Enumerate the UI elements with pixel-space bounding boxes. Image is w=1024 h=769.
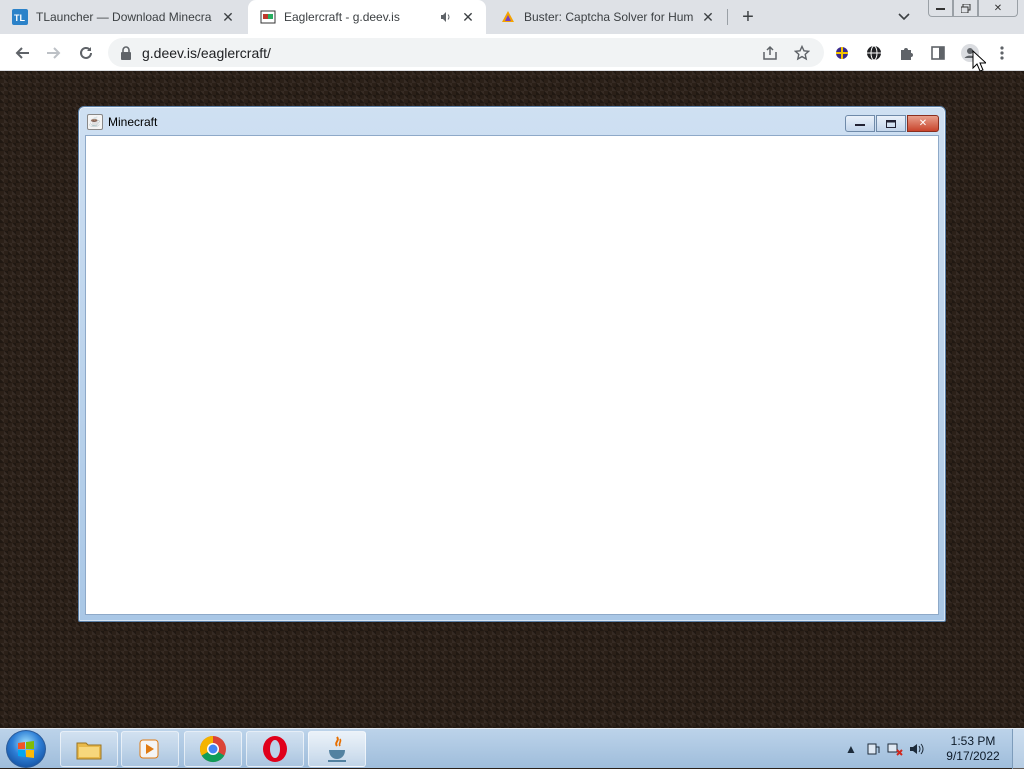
show-hidden-icons-icon[interactable]: ▲: [840, 739, 862, 759]
new-tab-button[interactable]: +: [736, 5, 760, 29]
java-app-icon: ☕: [87, 114, 103, 130]
clock-date: 9/17/2022: [946, 749, 1000, 763]
opera-icon: [263, 736, 287, 762]
media-player-icon: [139, 739, 159, 759]
minecraft-window[interactable]: ☕ Minecraft ✕: [78, 106, 946, 622]
network-icon[interactable]: [884, 739, 906, 759]
back-icon[interactable]: [9, 40, 35, 66]
tab-tlauncher[interactable]: TL TLauncher — Download Minecra ✕: [0, 0, 246, 34]
window-controls: ✕: [928, 0, 1018, 17]
close-tab-icon[interactable]: ✕: [700, 9, 716, 25]
clock-time: 1:53 PM: [950, 734, 996, 748]
svg-text:TL: TL: [14, 13, 25, 23]
window-controls: ✕: [844, 115, 939, 132]
puzzle-extensions-icon[interactable]: [893, 40, 919, 66]
java-icon: [328, 736, 346, 762]
address-bar[interactable]: g.deev.is/eaglercraft/: [108, 38, 824, 67]
start-button[interactable]: [6, 730, 46, 768]
close-tab-icon[interactable]: ✕: [220, 9, 236, 25]
vpn-globe-icon[interactable]: [861, 40, 887, 66]
lock-icon[interactable]: [120, 45, 134, 60]
window-titlebar[interactable]: ☕ Minecraft ✕: [79, 107, 945, 137]
extension-icon[interactable]: [829, 40, 855, 66]
browser-toolbar: g.deev.is/eaglercraft/: [0, 34, 1024, 71]
eaglercraft-icon: [260, 9, 276, 25]
tab-divider: [727, 9, 728, 25]
share-icon[interactable]: [757, 40, 783, 66]
mouse-cursor-icon: [972, 50, 986, 72]
restore-icon[interactable]: [953, 0, 978, 17]
close-button[interactable]: ✕: [907, 115, 939, 132]
tab-title: Eaglercraft - g.deev.is: [284, 10, 400, 24]
tlauncher-icon: TL: [12, 9, 28, 25]
taskbar-opera[interactable]: [246, 731, 304, 767]
forward-icon[interactable]: [41, 40, 67, 66]
taskbar-chrome[interactable]: [184, 731, 242, 767]
system-tray: ▲: [840, 729, 928, 769]
maximize-button[interactable]: [876, 115, 906, 132]
file-explorer-icon: [76, 742, 102, 760]
taskbar-media-player[interactable]: [121, 731, 179, 767]
chrome-icon: [199, 735, 226, 763]
volume-icon[interactable]: [906, 739, 928, 759]
tab-buster[interactable]: Buster: Captcha Solver for Huma ✕: [488, 0, 726, 34]
system-clock[interactable]: 1:53 PM 9/17/2022: [940, 734, 1006, 764]
buster-icon: [500, 9, 516, 25]
game-canvas[interactable]: [85, 135, 939, 615]
side-panel-icon[interactable]: [925, 40, 951, 66]
action-center-icon[interactable]: [862, 739, 884, 759]
bookmark-star-icon[interactable]: [789, 40, 815, 66]
close-tab-icon[interactable]: ✕: [460, 9, 476, 25]
tab-title: TLauncher — Download Minecra: [36, 10, 212, 24]
tab-search-icon[interactable]: [893, 8, 915, 26]
tab-eaglercraft[interactable]: Eaglercraft - g.deev.is ✕: [248, 0, 486, 34]
url-text: g.deev.is/eaglercraft/: [142, 44, 271, 61]
taskbar-file-explorer[interactable]: [60, 731, 118, 767]
tab-title: Buster: Captcha Solver for Huma: [524, 10, 694, 24]
menu-dots-icon[interactable]: [989, 40, 1015, 66]
close-window-icon[interactable]: ✕: [978, 0, 1018, 17]
speaker-icon[interactable]: [438, 11, 454, 23]
tab-strip: TL TLauncher — Download Minecra ✕ Eagler…: [0, 0, 1024, 34]
taskbar: ▲ 1:53 PM 9/17/2022: [0, 728, 1024, 769]
window-title: Minecraft: [108, 115, 158, 129]
taskbar-java[interactable]: [308, 731, 366, 767]
windows-logo-icon: [18, 741, 34, 758]
minimize-button[interactable]: [845, 115, 875, 132]
minimize-icon[interactable]: [928, 0, 953, 17]
show-desktop-button[interactable]: [1012, 729, 1024, 769]
reload-icon[interactable]: [73, 40, 99, 66]
